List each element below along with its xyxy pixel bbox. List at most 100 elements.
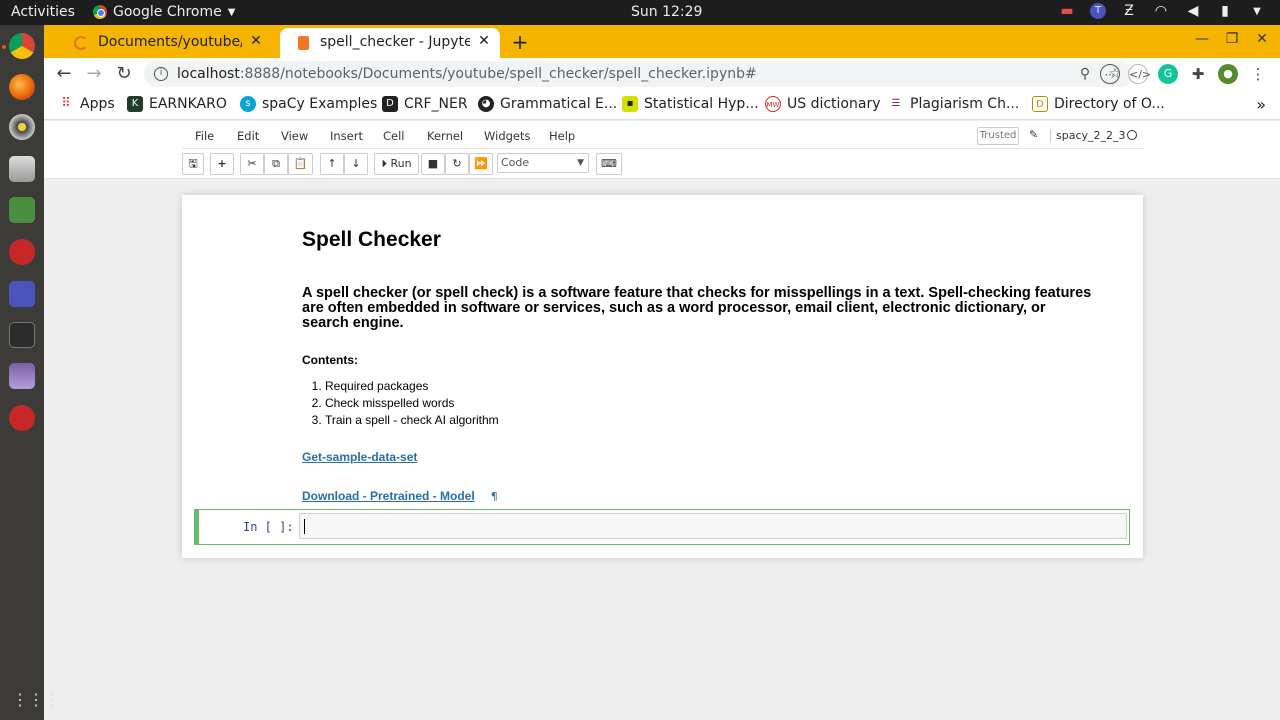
tab-jupyter[interactable]: spell_checker - Jupyter Nc ✕ xyxy=(280,28,500,58)
bookmark-spacy[interactable]: s spaCy Examples xyxy=(240,96,377,112)
tab-youtube-docs[interactable]: Documents/youtube/spell ✕ xyxy=(58,28,272,58)
bookmark-label: Grammatical E... xyxy=(500,96,618,112)
notebook-container: Spell Checker A spell checker (or spell … xyxy=(182,195,1143,558)
github-icon: ◕ xyxy=(478,96,494,112)
sslvpn-dock-icon[interactable] xyxy=(9,239,35,265)
show-apps-icon[interactable]: ⋮⋮⋮ xyxy=(12,690,60,710)
command-palette-button[interactable]: ⌨ xyxy=(596,153,622,175)
profile-avatar[interactable]: ● xyxy=(1218,64,1238,84)
edit-pencil-icon[interactable]: ✎ xyxy=(1029,128,1038,141)
chevron-down-icon[interactable]: ▼ xyxy=(1248,6,1266,17)
bookmark-label: US dictionary xyxy=(787,96,881,112)
d-icon: D xyxy=(382,96,398,112)
directory-icon: D xyxy=(1032,96,1048,112)
bookmark-directory[interactable]: D Directory of O... xyxy=(1032,96,1165,112)
copy-button[interactable]: ⧉ xyxy=(264,153,288,175)
volume-icon[interactable]: ◀ xyxy=(1184,3,1202,19)
bookmarks-bar: ⠿ Apps K EARNKARO s spaCy Examples D CRF… xyxy=(44,90,1280,120)
pretrained-model-link[interactable]: Download - Pretrained - Model xyxy=(302,489,475,503)
bookmark-label: Apps xyxy=(80,96,115,112)
restart-button[interactable]: ↻ xyxy=(445,153,469,175)
back-button[interactable]: ← xyxy=(53,63,75,85)
insert-cell-button[interactable]: + xyxy=(210,153,234,175)
chevron-down-icon: ▼ xyxy=(577,158,584,168)
menu-kernel[interactable]: Kernel xyxy=(427,129,463,143)
new-tab-button[interactable]: + xyxy=(510,30,530,54)
reload-button[interactable]: ↻ xyxy=(113,63,135,85)
teams-dock-icon[interactable] xyxy=(9,281,35,307)
save-button[interactable]: 🖫 xyxy=(182,153,204,175)
text-cursor xyxy=(304,519,305,534)
menu-view[interactable]: View xyxy=(281,129,308,143)
files-dock-icon[interactable] xyxy=(9,156,35,182)
chrome-dock-icon[interactable] xyxy=(9,33,35,59)
bookmark-label: spaCy Examples xyxy=(262,96,378,112)
run-button[interactable]: ⏵ Run xyxy=(374,153,419,175)
menu-kebab-icon[interactable]: ⋮ xyxy=(1248,64,1268,84)
bookmark-statistical[interactable]: ▪ Statistical Hyp... xyxy=(622,96,759,112)
restart-run-all-button[interactable]: ⏩ xyxy=(469,153,493,175)
interrupt-button[interactable]: ■ xyxy=(421,153,445,175)
cell-type-value: Code xyxy=(501,156,530,169)
bookmark-label: CRF_NER xyxy=(404,96,468,112)
firefox-dock-icon[interactable] xyxy=(9,74,35,100)
close-icon[interactable]: ✕ xyxy=(248,33,264,49)
bookmark-plagiarism[interactable]: ☰ Plagiarism Ch... xyxy=(888,96,1020,112)
cell-type-select[interactable]: Code ▼ xyxy=(497,153,589,173)
bookmark-us-dictionary[interactable]: MW US dictionary xyxy=(765,96,881,112)
list-item: Required packages xyxy=(325,378,499,395)
close-window-button[interactable]: ✕ xyxy=(1253,31,1271,47)
battery-icon[interactable]: ▮ xyxy=(1216,3,1234,19)
app-name: Google Chrome xyxy=(113,4,222,20)
menu-edit[interactable]: Edit xyxy=(237,129,259,143)
more-bookmarks-icon[interactable]: » xyxy=(1256,95,1266,114)
rhythmbox-dock-icon[interactable] xyxy=(9,114,35,140)
minimize-button[interactable]: — xyxy=(1193,31,1211,47)
tab-title: Documents/youtube/spell xyxy=(98,34,242,50)
tab-strip: Documents/youtube/spell ✕ spell_checker … xyxy=(44,25,1280,58)
menu-file[interactable]: File xyxy=(195,129,214,143)
info-icon[interactable]: i xyxy=(154,67,168,81)
bookmark-apps[interactable]: ⠿ Apps xyxy=(58,96,115,112)
trusted-indicator[interactable]: Trusted xyxy=(977,127,1019,145)
zoom-icon[interactable]: ⚲ xyxy=(1076,61,1094,87)
clock[interactable]: Sun 12:29 xyxy=(631,4,702,20)
bookmark-earnkaro[interactable]: K EARNKARO xyxy=(127,96,227,112)
run-label: Run xyxy=(390,157,412,170)
move-up-button[interactable]: ↑ xyxy=(320,153,344,175)
zotero-tray-icon[interactable]: Ƶ xyxy=(1120,3,1138,19)
code-input[interactable] xyxy=(299,513,1127,539)
paste-button[interactable]: 📋 xyxy=(288,153,313,175)
menu-insert[interactable]: Insert xyxy=(330,129,363,143)
anchor-link[interactable]: ¶ xyxy=(491,490,498,503)
close-icon[interactable]: ✕ xyxy=(476,33,492,49)
forward-button[interactable]: → xyxy=(83,63,105,85)
system-tray: ▬ T Ƶ ◠ ◀ ▮ ▼ xyxy=(1058,3,1266,19)
menu-widgets[interactable]: Widgets xyxy=(484,129,531,143)
maximize-button[interactable]: ❐ xyxy=(1223,31,1241,47)
extension-code-icon[interactable]: </> xyxy=(1128,64,1151,84)
address-bar[interactable]: i localhost:8888/notebooks/Documents/you… xyxy=(144,61,1134,87)
spreadsheet-dock-icon[interactable] xyxy=(9,197,35,223)
camera-icon[interactable]: ▬ xyxy=(1058,3,1076,19)
cut-button[interactable]: ✂ xyxy=(240,153,264,175)
code-cell[interactable]: In [ ]: xyxy=(194,509,1130,545)
extensions-puzzle-icon[interactable]: ✚ xyxy=(1188,64,1208,84)
extension-icon-1[interactable]: ⋯ xyxy=(1100,64,1120,84)
wifi-icon[interactable]: ◠ xyxy=(1152,3,1170,19)
bookmark-crf-ner[interactable]: D CRF_NER xyxy=(382,96,468,112)
kernel-status-icon xyxy=(1127,130,1137,140)
menu-help[interactable]: Help xyxy=(549,129,575,143)
grammarly-icon[interactable]: G xyxy=(1158,64,1178,84)
teams-tray-icon[interactable]: T xyxy=(1090,3,1106,19)
move-down-button[interactable]: ↓ xyxy=(344,153,368,175)
terminal-dock-icon[interactable] xyxy=(9,322,35,348)
sample-dataset-link[interactable]: Get-sample-data-set xyxy=(302,450,417,464)
app-menu[interactable]: Google Chrome ▼ xyxy=(93,4,235,20)
jupyter-notebook-icon xyxy=(298,36,309,50)
bookmark-grammatical[interactable]: ◕ Grammatical E... xyxy=(478,96,617,112)
media-dock-icon[interactable] xyxy=(9,363,35,389)
menu-cell[interactable]: Cell xyxy=(383,129,405,143)
sslvpn2-dock-icon[interactable] xyxy=(9,405,35,431)
activities-button[interactable]: Activities xyxy=(11,4,75,20)
